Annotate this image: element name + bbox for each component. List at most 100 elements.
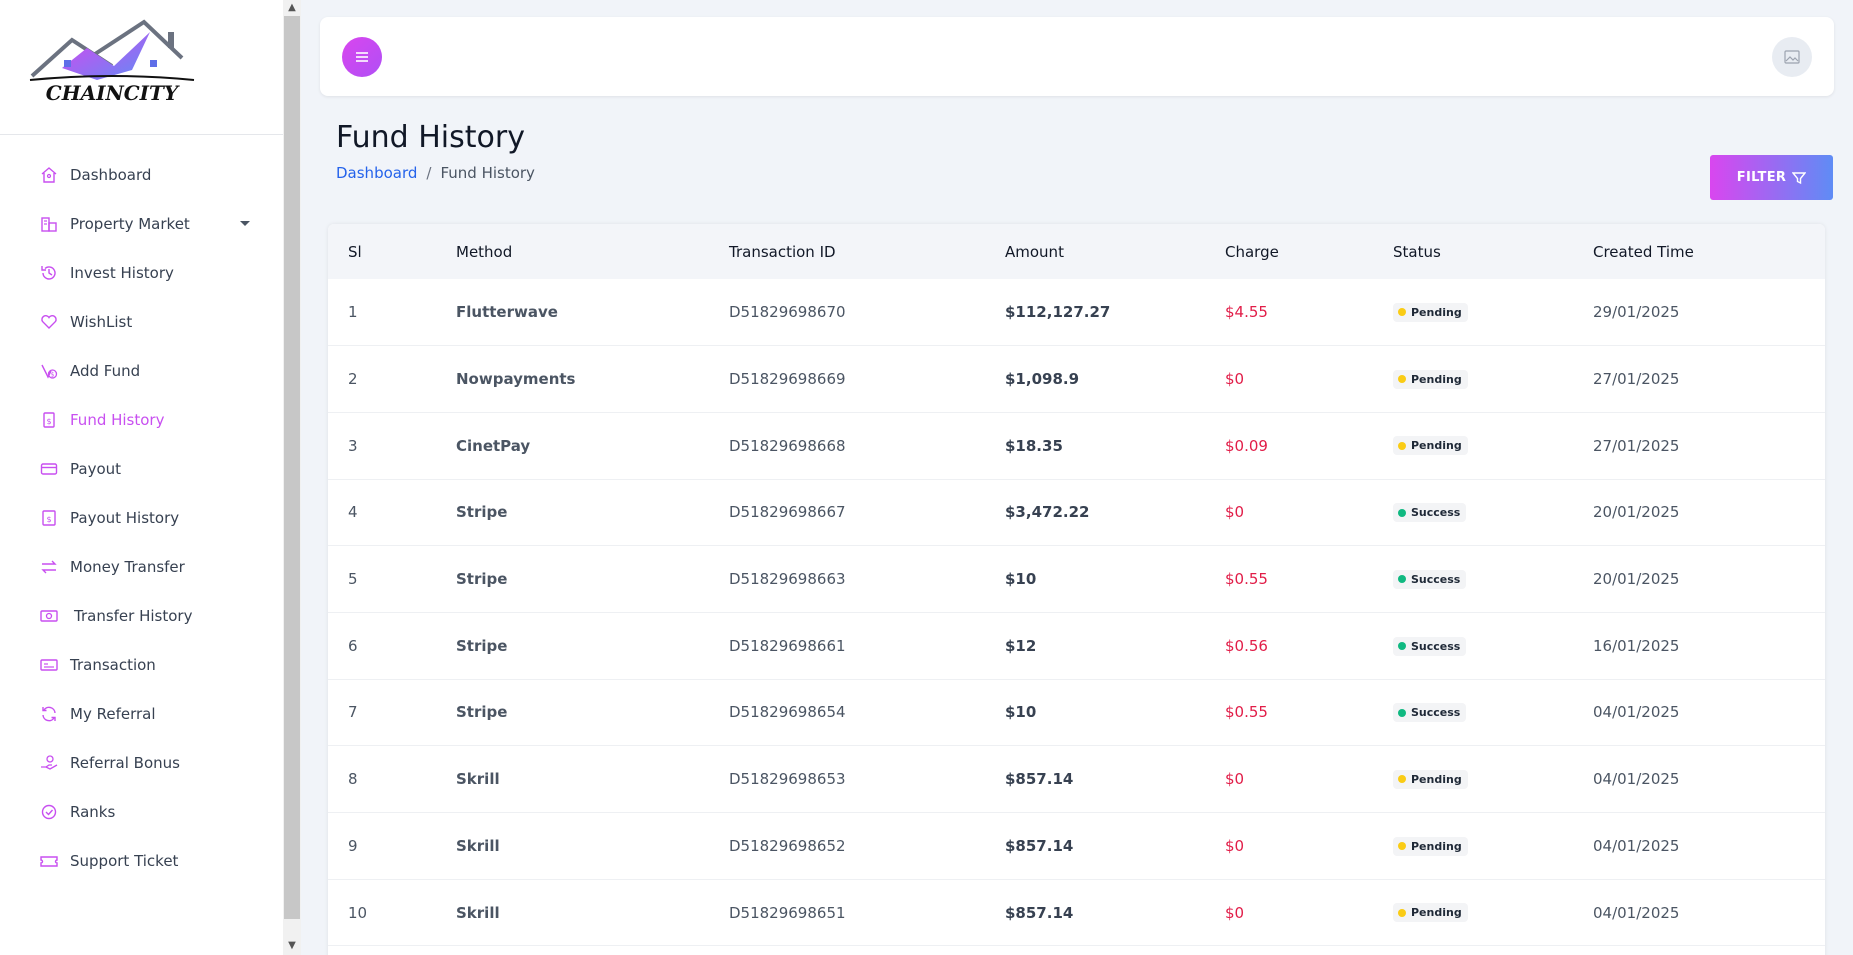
cell-transaction-id: D51829698667 [729,503,846,522]
sidebar-item-my-referral[interactable]: My Referral [0,689,283,738]
cell-method: Skrill [456,836,500,855]
table-row: 7 Stripe D51829698654 $10 $0.55 Success 04/01/… [328,679,1825,746]
add-fund-icon: $ [40,362,58,380]
table-row: 8 Skrill D51829698653 $857.14 $0 Pending 04/01… [328,746,1825,813]
cell-created-time: 27/01/2025 [1593,370,1680,389]
refresh-icon [40,705,58,723]
fund-history-table-card: Sl Method Transaction ID Amount Charge S… [328,224,1825,955]
breadcrumb-dashboard-link[interactable]: Dashboard [336,164,417,182]
brand-logo[interactable]: CHAINCITY [0,0,283,135]
avatar[interactable] [1772,37,1812,77]
status-dot-icon [1398,375,1406,384]
cell-charge: $0 [1225,903,1245,922]
sidebar-item-label: Payout [70,459,122,478]
status-label: Pending [1411,372,1462,386]
home-icon [40,166,58,184]
sidebar-item-property-market[interactable]: Property Market [0,199,283,248]
cell-amount: $1,098.9 [1005,370,1080,389]
cell-charge: $0 [1225,370,1245,389]
scrollbar-thumb[interactable] [284,16,300,919]
cell-method: CinetPay [456,436,531,455]
column-header-charge: Charge [1225,242,1279,261]
dollar-doc-icon: $ [40,509,58,527]
sidebar-item-fund-history[interactable]: $ Fund History [0,395,283,444]
sidebar-item-payout[interactable]: Payout [0,444,283,493]
cell-sl: 2 [348,370,358,389]
status-dot-icon [1398,508,1406,517]
cell-method: Nowpayments [456,370,576,389]
status-badge: Success [1393,636,1467,656]
breadcrumb-current: Fund History [440,164,535,182]
sidebar-item-money-transfer[interactable]: Money Transfer [0,542,283,591]
sidebar-item-add-fund[interactable]: $ Add Fund [0,346,283,395]
table-header-row: Sl Method Transaction ID Amount Charge S… [328,224,1825,279]
cell-method: Skrill [456,770,500,789]
filter-button[interactable]: FILTER [1710,155,1833,200]
scroll-down-icon[interactable]: ▼ [287,941,297,951]
cell-status: Success [1393,546,1593,613]
status-dot-icon [1398,708,1406,717]
cell-sl: 5 [348,570,358,589]
status-label: Success [1411,706,1461,720]
sidebar-item-transfer-history[interactable]: Transfer History [0,591,283,640]
sidebar-item-label: Transaction [70,655,156,674]
cell-transaction-id: D51829698653 [729,770,846,789]
sidebar-item-invest-history[interactable]: Invest History [0,248,283,297]
table-row: 9 Skrill D51829698652 $857.14 $0 Pending 04/01… [328,813,1825,880]
sidebar-item-referral-bonus[interactable]: Referral Bonus [0,738,283,787]
status-label: Success [1411,639,1461,653]
cell-sl: 4 [348,503,358,522]
status-badge: Success [1393,503,1467,523]
cell-status: Pending [1393,279,1593,346]
scroll-up-icon[interactable]: ▲ [287,3,297,13]
status-label: Success [1411,506,1461,520]
table-row: 6 Stripe D51829698661 $12 $0.56 Success 16/01/… [328,612,1825,680]
cell-created-time: 04/01/2025 [1593,770,1680,789]
top-bar [320,17,1834,96]
cell-transaction-id: D51829698670 [729,303,846,322]
sidebar-nav: Dashboard Property Market Invest History… [0,135,283,885]
cell-transaction-id: D51829698661 [729,636,846,655]
sidebar-item-label: Transfer History [74,606,193,625]
chevron-down-icon[interactable] [240,221,250,226]
status-dot-icon [1398,842,1406,851]
sidebar-item-label: Dashboard [70,165,152,184]
status-label: Pending [1411,906,1462,920]
sidebar-item-transaction[interactable]: Transaction [0,640,283,689]
sidebar-scrollbar[interactable]: ▲ ▼ [283,0,301,955]
sidebar-item-label: Support Ticket [70,851,179,870]
column-header-transaction-id: Transaction ID [729,242,836,261]
cell-status: Success [1393,679,1593,746]
cell-charge: $0 [1225,770,1245,789]
cell-status: Pending [1393,746,1593,813]
credit-card-icon [40,460,58,478]
cell-status: Pending [1393,813,1593,880]
sidebar-item-dashboard[interactable]: Dashboard [0,150,283,199]
sidebar-item-support-ticket[interactable]: Support Ticket [0,836,283,885]
status-badge: Pending [1393,369,1468,389]
table-row: 10 Skrill D51829698651 $857.14 $0 Pending 04/0… [328,879,1825,946]
sidebar-item-ranks[interactable]: Ranks [0,787,283,836]
cell-transaction-id: D51829698668 [729,436,846,455]
cell-status: Success [1393,479,1593,546]
cell-created-time: 29/01/2025 [1593,303,1680,322]
cell-charge: $0 [1225,503,1245,522]
menu-toggle-button[interactable] [342,37,382,77]
cell-created-time: 20/01/2025 [1593,570,1680,589]
transfer-icon [40,558,58,576]
cell-sl: 1 [348,303,358,322]
sidebar-item-wishlist[interactable]: WishList [0,297,283,346]
sidebar-item-label: WishList [70,312,133,331]
sidebar-item-payout-history[interactable]: $ Payout History [0,493,283,542]
sidebar-item-label: Ranks [70,802,116,821]
status-dot-icon [1398,575,1406,584]
sidebar-item-label: Payout History [70,508,180,527]
sidebar: CHAINCITY Dashboard Property Market Inve… [0,0,283,955]
cell-transaction-id: D51829698652 [729,836,846,855]
cell-sl: 10 [348,903,368,922]
cell-amount: $112,127.27 [1005,303,1111,322]
filter-icon [1792,171,1807,184]
status-label: Success [1411,572,1461,586]
svg-text:$: $ [51,371,55,378]
history-icon [40,264,58,282]
